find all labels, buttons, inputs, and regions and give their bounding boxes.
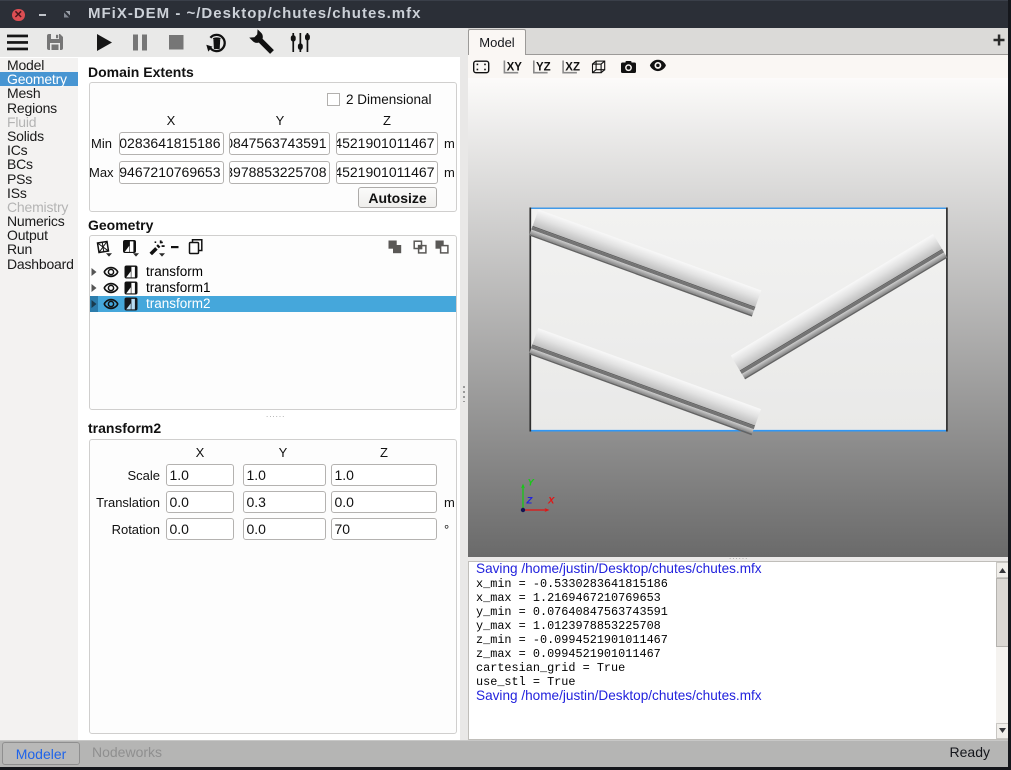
svg-text:XY: XY — [507, 62, 523, 74]
svg-text:XZ: XZ — [565, 62, 580, 74]
svg-text:Y: Y — [528, 478, 536, 489]
svg-text:Z: Z — [526, 496, 534, 507]
svg-text:X: X — [547, 496, 555, 507]
svg-text:YZ: YZ — [536, 62, 551, 74]
